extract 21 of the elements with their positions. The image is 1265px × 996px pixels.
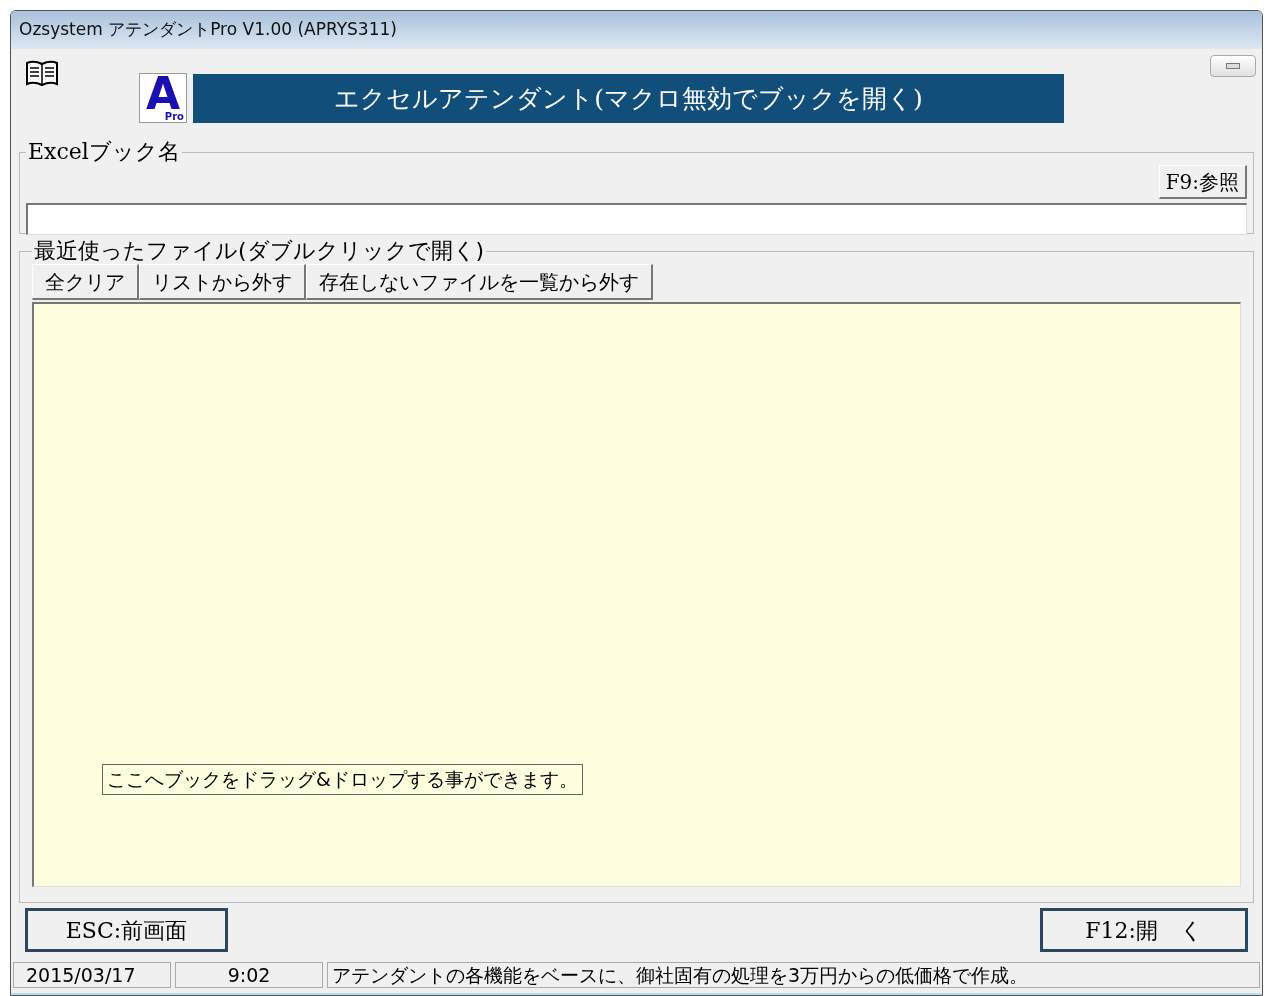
book-name-field[interactable] [26,203,1247,235]
window-title: Ozsystem アテンダントPro V1.00 (APRYS311) [19,18,397,42]
book-icon [25,59,59,87]
browse-button[interactable]: F9:参照 [1158,165,1247,199]
window-button[interactable] [1210,55,1256,77]
status-message: アテンダントの各機能をベースに、御社固有の処理を3万円からの低価格で作成。 [327,962,1260,988]
recent-files-list[interactable]: ここへブックをドラッグ&ドロップする事ができます。 [32,302,1241,887]
back-button[interactable]: ESC:前画面 [25,908,228,952]
group-label: 最近使ったファイル(ダブルクリックで開く) [33,238,486,264]
group-label: Excelブック名 [27,139,181,165]
open-button[interactable]: F12:開 く [1040,908,1248,952]
toolbar-button[interactable]: リストから外す [139,264,306,300]
banner-text: エクセルアテンダント(マクロ無効でブックを開く) [334,82,923,115]
toolbar-button[interactable]: 全クリア [32,264,139,300]
status-date: 2015/03/17 [13,962,171,988]
status-time: 9:02 [175,962,323,988]
logo-subtext: Pro [164,112,185,122]
rectangle-icon [1226,63,1240,69]
logo-letter: A [145,76,181,112]
toolbar-button[interactable]: 存在しないファイルを一覧から外す [306,264,653,300]
drop-hint: ここへブックをドラッグ&ドロップする事ができます。 [102,764,583,795]
